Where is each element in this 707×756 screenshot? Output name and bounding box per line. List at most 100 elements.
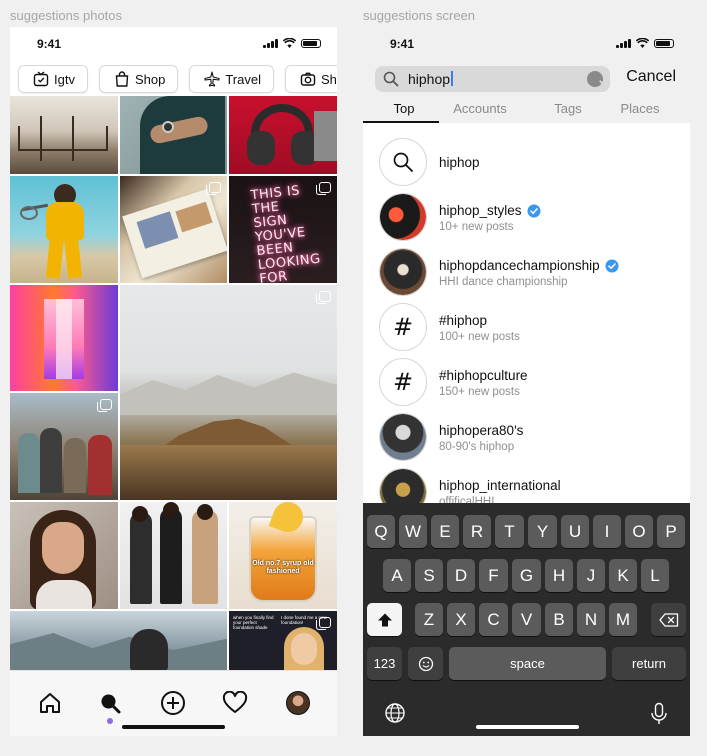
- result-row-search[interactable]: hiphop: [379, 138, 679, 188]
- key-d[interactable]: D: [447, 559, 475, 592]
- key-e[interactable]: E: [431, 515, 459, 548]
- tab-home[interactable]: [36, 689, 64, 717]
- result-subtitle: 150+ new posts: [439, 386, 520, 398]
- key-v[interactable]: V: [512, 603, 541, 636]
- backspace-key[interactable]: [651, 603, 686, 636]
- search-tabs: Top Accounts Tags Places: [363, 101, 690, 123]
- key-q[interactable]: Q: [367, 515, 395, 548]
- key-k[interactable]: K: [609, 559, 637, 592]
- verified-badge-icon: [605, 259, 619, 272]
- globe-key[interactable]: [384, 702, 406, 724]
- key-y[interactable]: Y: [528, 515, 557, 548]
- tab-add[interactable]: [159, 689, 187, 717]
- key-g[interactable]: G: [512, 559, 541, 592]
- globe-icon: [385, 703, 405, 723]
- key-i[interactable]: I: [593, 515, 621, 548]
- status-time: 9:41: [37, 37, 62, 51]
- key-j[interactable]: J: [577, 559, 605, 592]
- phone-suggestions-screen: 9:41 hiphop Cancel Top Accounts Tags Pla…: [363, 27, 690, 736]
- cancel-button[interactable]: Cancel: [626, 68, 676, 86]
- search-header: 9:41 hiphop Cancel Top Accounts Tags Pla…: [363, 27, 690, 123]
- space-key[interactable]: space: [449, 647, 606, 680]
- tab-profile[interactable]: [284, 689, 312, 717]
- emoji-key[interactable]: [408, 647, 443, 680]
- tab-activity[interactable]: [221, 689, 249, 717]
- tab-top[interactable]: Top: [363, 101, 445, 116]
- result-row-account[interactable]: hiphop_international offificalHHI: [379, 468, 679, 506]
- photo-tile-interior[interactable]: [10, 96, 118, 174]
- tab-search[interactable]: [96, 689, 124, 717]
- key-w[interactable]: W: [399, 515, 427, 548]
- photo-tile-magazine[interactable]: [120, 176, 227, 283]
- multi-photo-icon: [316, 617, 331, 630]
- key-a[interactable]: A: [383, 559, 411, 592]
- numbers-key[interactable]: 123: [367, 647, 402, 680]
- result-row-tag[interactable]: # #hiphop 100+ new posts: [379, 303, 679, 353]
- key-r[interactable]: R: [463, 515, 491, 548]
- photo-tile-friends-hiking[interactable]: [10, 393, 118, 500]
- clear-search-button[interactable]: [587, 71, 607, 88]
- tab-places[interactable]: Places: [605, 101, 675, 116]
- key-l[interactable]: L: [641, 559, 669, 592]
- key-n[interactable]: N: [577, 603, 605, 636]
- result-row-account[interactable]: hiphopdancechampionship HHI dance champi…: [379, 248, 679, 298]
- search-suggestion-icon-ring: [379, 138, 427, 186]
- cocktail-caption: Old no.7 syrup old fashioned: [252, 560, 314, 575]
- key-o[interactable]: O: [625, 515, 653, 548]
- search-results-list: hiphop hiphop_styles 10+ new posts hipho…: [363, 123, 690, 506]
- avatar: [379, 248, 427, 296]
- status-icons: [616, 38, 674, 48]
- tab-accounts[interactable]: Accounts: [445, 101, 515, 116]
- shift-key[interactable]: [367, 603, 402, 636]
- photo-tile-lake-man[interactable]: [10, 611, 227, 671]
- tab-tags[interactable]: Tags: [533, 101, 603, 116]
- result-row-tag[interactable]: # #hiphopculture 150+ new posts: [379, 358, 679, 408]
- photo-tile-fashion-group[interactable]: [120, 502, 227, 609]
- key-b[interactable]: B: [545, 603, 573, 636]
- photo-tile-yellow-outfit[interactable]: [10, 176, 118, 283]
- result-row-account[interactable]: hiphopera80's 80-90's hiphop: [379, 413, 679, 463]
- result-title: #hiphopculture: [439, 368, 528, 383]
- phone-suggestions-photos: 9:41 Igtv Shop Travel Sho: [10, 27, 337, 736]
- key-s[interactable]: S: [415, 559, 443, 592]
- result-row-account[interactable]: hiphop_styles 10+ new posts: [379, 193, 679, 243]
- search-input[interactable]: hiphop: [375, 66, 610, 92]
- photo-tile-desert-landscape[interactable]: [120, 285, 337, 500]
- photo-tile-headphones[interactable]: [229, 96, 337, 174]
- heart-icon: [222, 691, 248, 713]
- chip-travel[interactable]: Travel: [189, 65, 274, 93]
- key-z[interactable]: Z: [415, 603, 443, 636]
- result-title: hiphop: [439, 155, 480, 170]
- chip-shop-2[interactable]: Sho: [284, 65, 337, 93]
- hashtag-icon-ring: #: [379, 303, 427, 351]
- tv-icon: [33, 71, 49, 87]
- key-x[interactable]: X: [447, 603, 475, 636]
- key-h[interactable]: H: [545, 559, 573, 592]
- chip-shop[interactable]: Shop: [98, 65, 179, 93]
- photo-tile-cocktail[interactable]: Old no.7 syrup old fashioned: [229, 502, 337, 609]
- key-u[interactable]: U: [561, 515, 589, 548]
- active-tab-indicator: [107, 718, 113, 724]
- photo-tile-man-watch[interactable]: [120, 96, 227, 174]
- photo-tile-neon-sign[interactable]: THIS IS THE SIGN YOU'VE BEEN LOOKING FOR: [229, 176, 337, 283]
- result-subtitle: HHI dance championship: [439, 276, 568, 288]
- key-t[interactable]: T: [495, 515, 524, 548]
- chip-igtv[interactable]: Igtv: [18, 65, 88, 93]
- photo-tile-neon-corridor[interactable]: [10, 285, 118, 391]
- meme-sub-caption: when you finally find your perfect found…: [233, 615, 274, 630]
- key-c[interactable]: C: [479, 603, 508, 636]
- status-time: 9:41: [390, 37, 415, 51]
- return-key[interactable]: return: [612, 647, 686, 680]
- dictation-key[interactable]: [649, 702, 669, 726]
- key-f[interactable]: F: [479, 559, 508, 592]
- neon-text: THIS IS THE SIGN YOU'VE BEEN LOOKING FOR: [249, 183, 322, 283]
- key-m[interactable]: M: [609, 603, 637, 636]
- backspace-icon: [658, 612, 678, 627]
- wifi-icon: [283, 38, 296, 48]
- search-row: hiphop Cancel: [375, 66, 678, 92]
- photo-tile-meme[interactable]: when you finally find your perfect found…: [229, 611, 337, 671]
- chip-label: Igtv: [54, 71, 75, 87]
- hashtag-icon: #: [392, 368, 414, 396]
- photo-tile-portrait-woman[interactable]: [10, 502, 118, 609]
- key-p[interactable]: P: [657, 515, 685, 548]
